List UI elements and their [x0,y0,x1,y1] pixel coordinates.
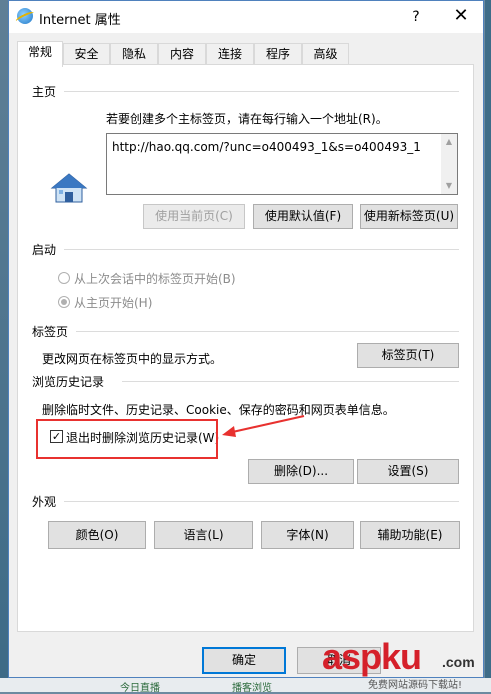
startup-last-session-label: 从上次会话中的标签页开始(B) [74,272,236,286]
homepage-url-value: http://hao.qq.com/?unc=o400493_1&s=o4004… [112,140,421,154]
divider [64,501,459,502]
scroll-down-arrow-icon[interactable]: ▼ [441,178,457,194]
annotation-highlight-box [36,419,218,459]
accessibility-button[interactable]: 辅助功能(E) [360,521,460,549]
divider [64,249,459,250]
tab-connections[interactable]: 连接 [206,43,254,64]
appearance-section-title: 外观 [32,495,57,509]
startup-homepage-label: 从主页开始(H) [74,296,153,310]
homepage-section-title: 主页 [32,85,57,99]
tab-content[interactable]: 内容 [158,43,206,64]
tab-security[interactable]: 安全 [63,43,110,64]
delete-history-button[interactable]: 删除(D)... [248,459,354,484]
homepage-instruction: 若要创建多个主标签页，请在每行输入一个地址(R)。 [106,112,388,126]
history-settings-button[interactable]: 设置(S) [357,459,459,484]
history-section-title: 浏览历史记录 [32,375,105,389]
startup-last-session-radio[interactable] [58,272,70,284]
use-current-button[interactable]: 使用当前页(C) [143,204,245,229]
startup-section-title: 启动 [32,243,57,257]
scroll-up-arrow-icon[interactable]: ▲ [441,134,457,150]
watermark-domain: .com [442,654,475,670]
house-icon [50,173,88,203]
use-new-tab-button[interactable]: 使用新标签页(U) [360,204,458,229]
general-tab-panel: 主页 若要创建多个主标签页，请在每行输入一个地址(R)。 http://hao.… [17,64,474,632]
close-button[interactable]: ✕ [439,1,483,33]
background-right [485,0,491,692]
help-button[interactable]: ? [393,1,439,33]
tabs-section-title: 标签页 [32,325,69,339]
watermark-logo: aspku .com 免费网站源码下载站! [322,636,488,691]
divider [122,381,459,382]
internet-globe-icon [17,8,33,24]
ok-button[interactable]: 确定 [202,647,286,674]
internet-properties-dialog: Internet 属性 ? ✕ 常规 安全 隐私 内容 连接 程序 高级 主页 … [8,0,484,678]
title-bar[interactable]: Internet 属性 ? ✕ [9,1,483,33]
tab-general[interactable]: 常规 [17,41,63,67]
tabs-description: 更改网页在标签页中的显示方式。 [42,352,223,366]
watermark-brand: aspku [322,636,422,677]
tabs-settings-button[interactable]: 标签页(T) [357,343,459,368]
divider [64,91,459,92]
tab-programs[interactable]: 程序 [254,43,302,64]
textarea-scrollbar[interactable]: ▲ ▼ [441,134,457,194]
homepage-url-textarea[interactable]: http://hao.qq.com/?unc=o400493_1&s=o4004… [106,133,458,195]
tab-privacy[interactable]: 隐私 [110,43,158,64]
tab-advanced[interactable]: 高级 [302,43,349,64]
window-title: Internet 属性 [39,13,121,28]
languages-button[interactable]: 语言(L) [154,521,253,549]
annotation-arrow-icon [222,415,305,437]
background-left [0,0,8,692]
divider [76,331,459,332]
watermark-tagline: 免费网站源码下载站! [368,680,463,691]
colors-button[interactable]: 颜色(O) [48,521,146,549]
startup-homepage-radio[interactable] [58,296,70,308]
fonts-button[interactable]: 字体(N) [261,521,354,549]
use-default-button[interactable]: 使用默认值(F) [253,204,353,229]
